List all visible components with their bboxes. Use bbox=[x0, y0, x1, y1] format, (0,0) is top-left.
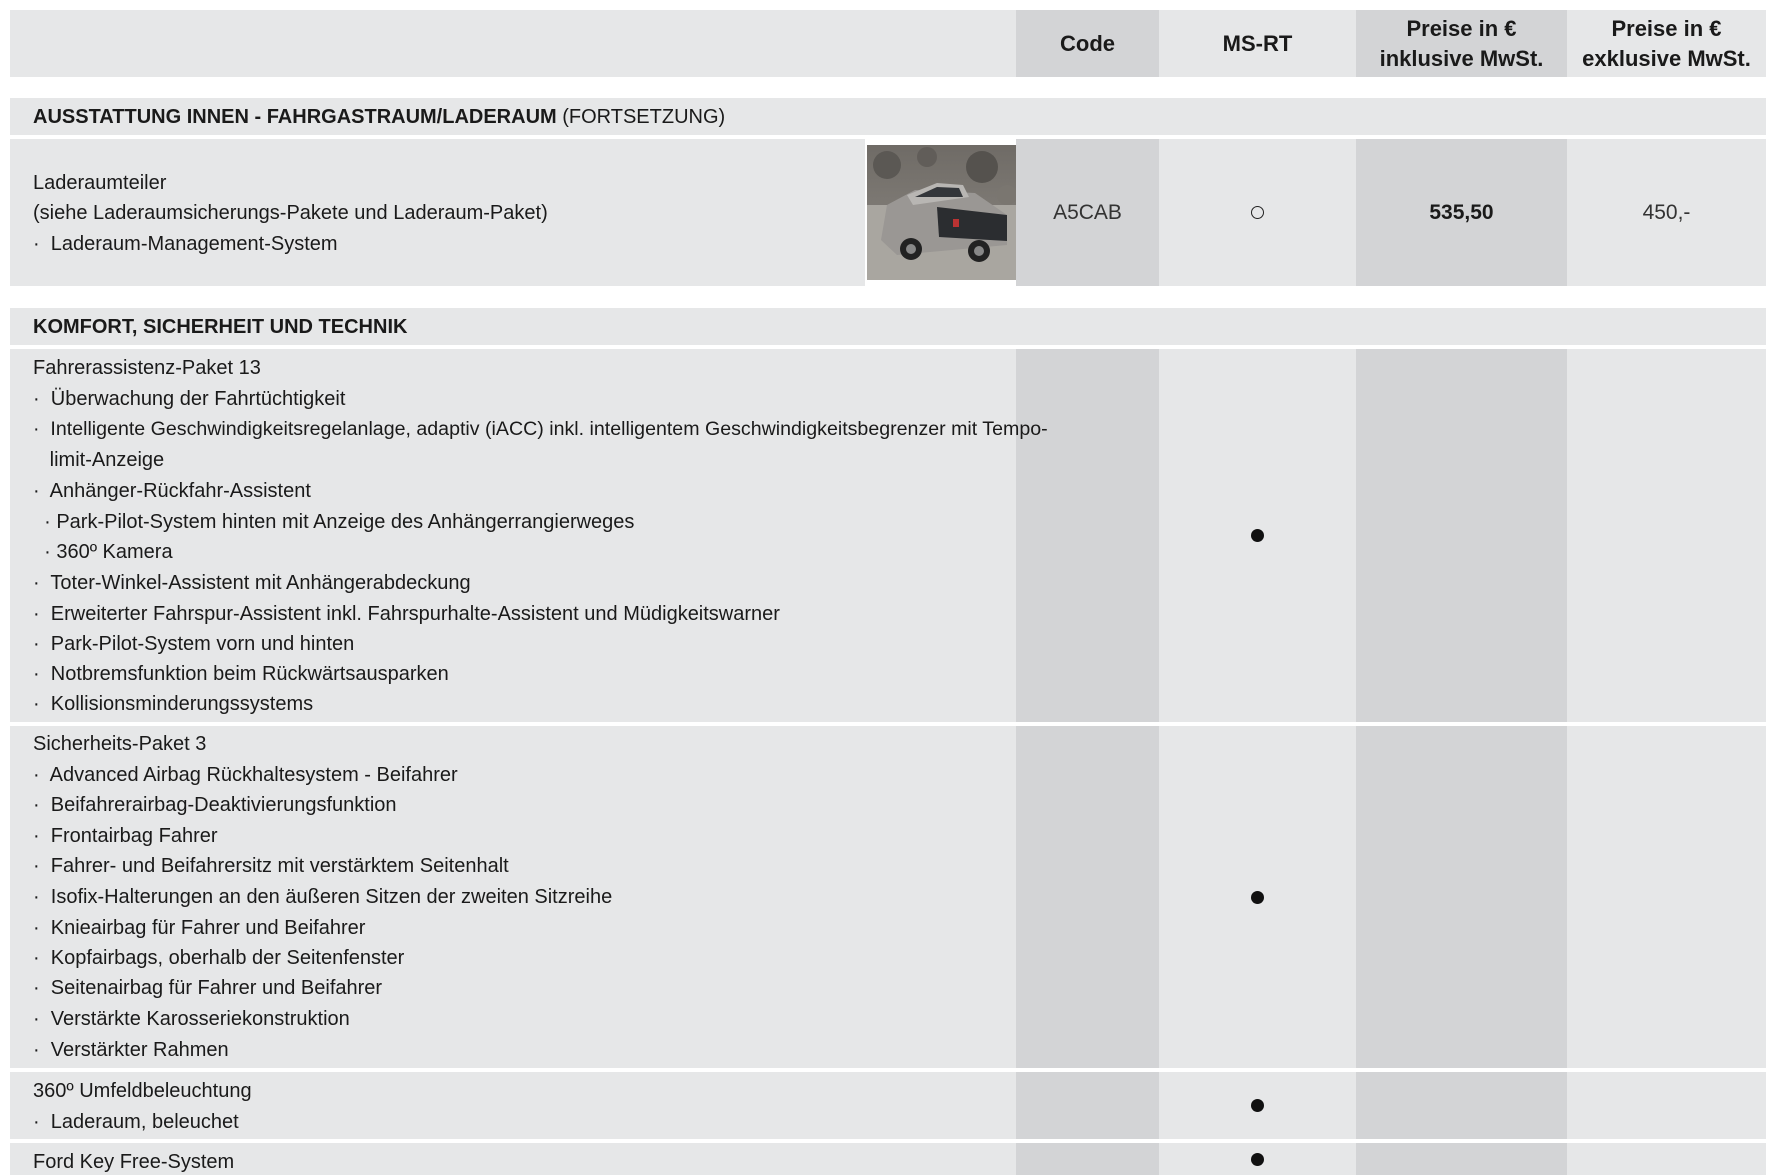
item-bullet: · Knieairbag für Fahrer und Beifahrer bbox=[33, 917, 366, 939]
cell-msrt bbox=[1159, 1072, 1356, 1139]
item-bullet: · Laderaum-Management-System bbox=[33, 233, 338, 255]
table-row-fahrerassistenz: Fahrerassistenz-Paket 13 · Überwachung d… bbox=[10, 349, 1048, 722]
item-bullet: · Intelligente Geschwindigkeitsregelanla… bbox=[33, 418, 1048, 440]
item-bullet: · Überwachung der Fahrtüchtigkeit bbox=[33, 388, 346, 410]
cell-msrt bbox=[1159, 1143, 1356, 1175]
filled-circle-icon bbox=[1251, 890, 1264, 904]
cell-code: A5CAB bbox=[1016, 139, 1159, 286]
item-sub-bullet: · Park-Pilot-System hinten mit Anzeige d… bbox=[33, 511, 635, 533]
table-row-laderaumteiler: Laderaumteiler (siehe Laderaumsicherungs… bbox=[10, 139, 865, 286]
cell-msrt bbox=[1159, 139, 1356, 286]
item-bullet: · Erweiterter Fahrspur-Assistent inkl. F… bbox=[33, 603, 780, 625]
item-title: Ford Key Free-System bbox=[33, 1151, 235, 1173]
item-bullet-continuation: limit-Anzeige bbox=[33, 449, 165, 471]
item-bullet: · Fahrer- und Beifahrersitz mit verstärk… bbox=[33, 855, 509, 877]
item-bullet: · Seitenairbag für Fahrer und Beifahrer bbox=[33, 977, 383, 999]
item-note: (siehe Laderaumsicherungs-Pakete und Lad… bbox=[33, 202, 548, 224]
cell-price-incl: 535,50 bbox=[1356, 139, 1567, 286]
item-bullet: · Advanced Airbag Rückhaltesystem - Beif… bbox=[33, 764, 458, 786]
item-sub-bullet: · 360º Kamera bbox=[33, 541, 173, 563]
item-bullet: · Laderaum, beleuchet bbox=[33, 1111, 239, 1133]
item-title: Fahrerassistenz-Paket 13 bbox=[33, 357, 261, 379]
cell-msrt bbox=[1159, 726, 1356, 1068]
table-row-umfeldbeleuchtung: 360º Umfeldbeleuchtung · Laderaum, beleu… bbox=[10, 1072, 1016, 1139]
item-bullet: · Anhänger-Rückfahr-Assistent bbox=[33, 480, 311, 502]
cell-msrt bbox=[1159, 349, 1356, 722]
item-title: 360º Umfeldbeleuchtung bbox=[33, 1080, 252, 1102]
column-header-price-excl: Preise in € exklusive MwSt. bbox=[1567, 10, 1766, 77]
table-row-key-free: Ford Key Free-System bbox=[10, 1143, 1016, 1175]
item-title: Sicherheits-Paket 3 bbox=[33, 733, 207, 755]
filled-circle-icon bbox=[1251, 1099, 1264, 1112]
item-bullet: · Kollisionsminderungssystems bbox=[33, 693, 314, 715]
price-excl-column bbox=[1567, 349, 1766, 1175]
table-header-label-cell bbox=[10, 10, 1016, 77]
section-title-suffix: (FORTSETZUNG) bbox=[556, 105, 726, 128]
code-column bbox=[1016, 349, 1159, 1175]
cell-price-excl: 450,- bbox=[1567, 139, 1766, 286]
item-bullet: · Beifahrerairbag-Deaktivierungsfunktion bbox=[33, 794, 397, 816]
pickup-truck-image bbox=[865, 139, 1016, 286]
open-circle-icon bbox=[1251, 206, 1264, 219]
section-title-bold: AUSSTATTUNG INNEN - FAHRGASTRAUM/LADERAU… bbox=[33, 105, 557, 128]
item-title: Laderaumteiler bbox=[33, 172, 167, 194]
item-bullet: · Toter-Winkel-Assistent mit Anhängerabd… bbox=[33, 572, 471, 594]
table-row-sicherheit: Sicherheits-Paket 3 · Advanced Airbag Rü… bbox=[10, 726, 1016, 1068]
filled-circle-icon bbox=[1251, 1153, 1264, 1166]
item-bullet: · Frontairbag Fahrer bbox=[33, 825, 218, 847]
item-bullet: · Notbremsfunktion beim Rückwärtsauspark… bbox=[33, 663, 449, 685]
column-header-code: Code bbox=[1016, 10, 1159, 77]
column-header-msrt: MS-RT bbox=[1159, 10, 1356, 77]
filled-circle-icon bbox=[1251, 529, 1264, 542]
section-title-bold: KOMFORT, SICHERHEIT UND TECHNIK bbox=[33, 315, 408, 338]
item-bullet: · Kopfairbags, oberhalb der Seitenfenste… bbox=[33, 947, 405, 969]
item-bullet: · Park-Pilot-System vorn und hinten bbox=[33, 633, 355, 655]
item-bullet: · Verstärkte Karosseriekonstruktion bbox=[33, 1008, 350, 1030]
price-incl-column bbox=[1356, 349, 1567, 1175]
column-header-price-incl: Preise in € inklusive MwSt. bbox=[1356, 10, 1567, 77]
section-title-innen: AUSSTATTUNG INNEN - FAHRGASTRAUM/LADERAU… bbox=[10, 98, 1766, 135]
section-title-komfort: KOMFORT, SICHERHEIT UND TECHNIK bbox=[10, 308, 1766, 345]
item-bullet: · Verstärkter Rahmen bbox=[33, 1039, 229, 1061]
item-bullet: · Isofix-Halterungen an den äußeren Sitz… bbox=[33, 886, 613, 908]
